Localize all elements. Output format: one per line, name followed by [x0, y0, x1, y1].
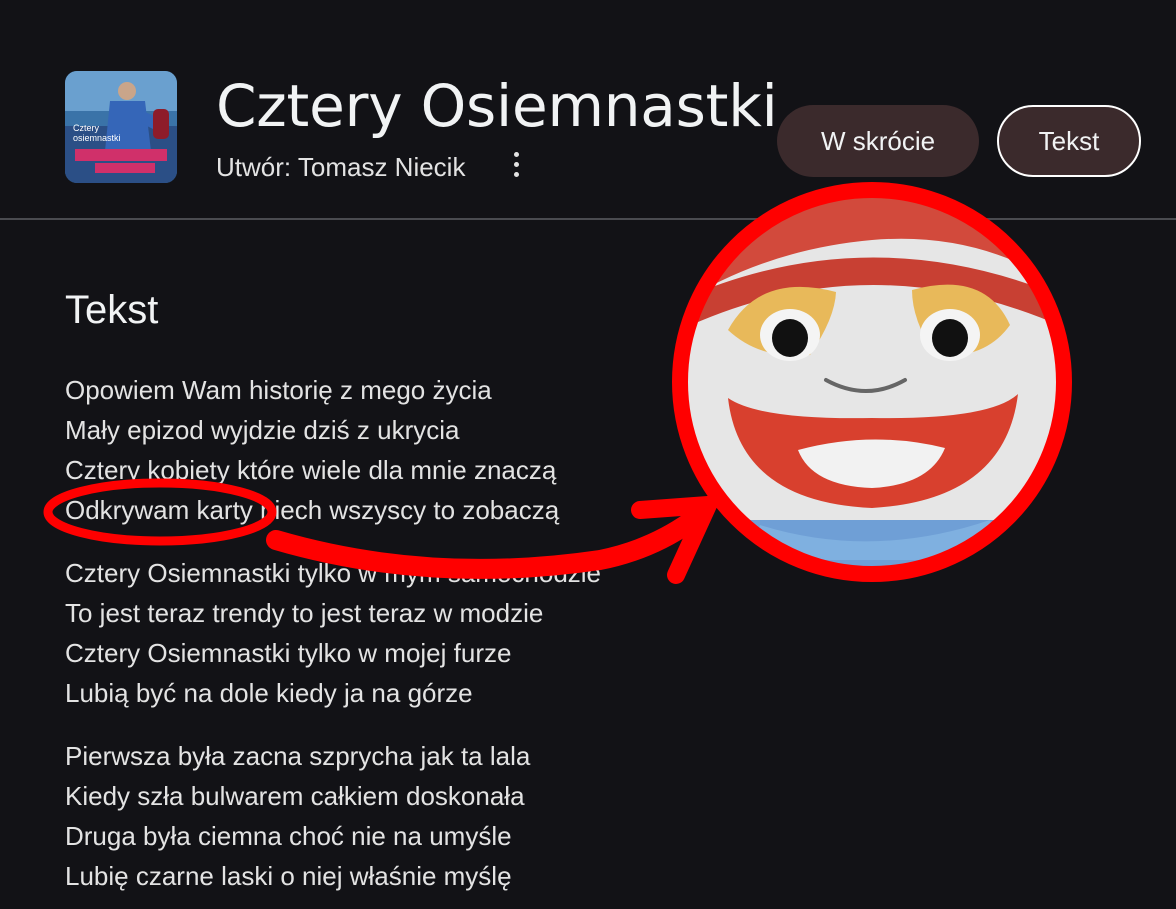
svg-text:osiemnastki: osiemnastki [73, 133, 121, 143]
lyrics-line: To jest teraz trendy to jest teraz w mod… [65, 598, 544, 628]
svg-text:Cztery: Cztery [73, 123, 100, 133]
lyrics-body: Opowiem Wam historię z mego życia Mały e… [65, 370, 765, 909]
lyrics-line: Cztery Osiemnastki tylko w mojej furze [65, 638, 512, 668]
lyrics-line: Lubią być na dole kiedy ja na górze [65, 678, 473, 708]
song-artist: Utwór: Tomasz Niecik [216, 152, 466, 182]
lyrics-line: Druga była ciemna choć nie na umyśle [65, 821, 512, 851]
lyrics-line: Pierwsza była zacna szprycha jak ta lala [65, 741, 531, 771]
lyrics-line: Kiedy szła bulwarem całkiem doskonała [65, 781, 525, 811]
lyrics-line: Mały epizod wyjdzie dziś z ukrycia [65, 415, 460, 445]
lyrics-line: Lubię czarne laski o niej właśnie myślę [65, 861, 512, 891]
lyrics-stanza: Pierwsza była zacna szprycha jak ta lala… [65, 736, 765, 896]
song-header: Cztery osiemnastki Cztery Osiemnastki Ut… [0, 0, 1176, 220]
lyrics-line: Cztery kobiety które wiele dla mnie znac… [65, 455, 557, 485]
lyrics-line: Opowiem Wam historię z mego życia [65, 375, 492, 405]
more-vert-icon[interactable] [505, 148, 527, 180]
lyrics-stanza: Opowiem Wam historię z mego życia Mały e… [65, 370, 765, 530]
song-title: Cztery Osiemnastki [216, 72, 778, 140]
lyrics-line: Odkrywam karty niech wszyscy to zobaczą [65, 495, 560, 525]
lyrics-heading: Tekst [65, 288, 159, 332]
lyrics-line: Cztery Osiemnastki tylko w mym samochodz… [65, 558, 602, 588]
header-divider [0, 218, 1176, 220]
album-cover[interactable]: Cztery osiemnastki [65, 71, 177, 183]
lyrics-tab-button[interactable]: Tekst [997, 105, 1141, 177]
lyrics-stanza: Cztery Osiemnastki tylko w mym samochodz… [65, 553, 765, 713]
summary-tab-button[interactable]: W skrócie [777, 105, 979, 177]
